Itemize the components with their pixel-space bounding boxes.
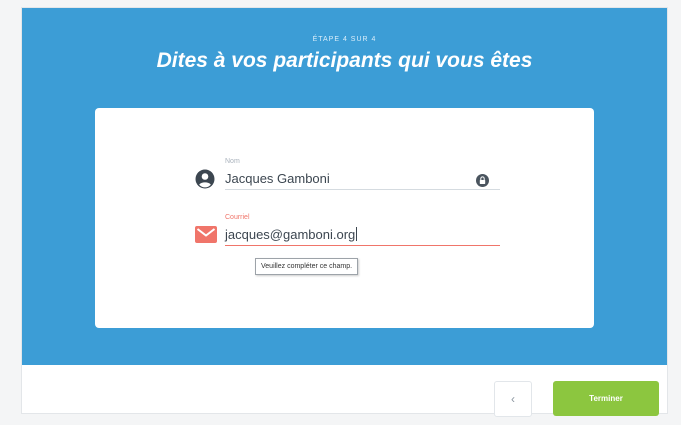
finish-button[interactable]: Terminer	[553, 381, 659, 416]
step-indicator: ÉTAPE 4 SUR 4	[312, 36, 377, 43]
user-icon	[195, 169, 215, 189]
email-value: jacques@gamboni.org	[225, 227, 356, 242]
name-underline	[225, 189, 500, 190]
lock-icon	[476, 174, 489, 187]
page-title: Dites à vos participants qui vous êtes	[156, 49, 533, 72]
hero-banner: ÉTAPE 4 SUR 4 Dites à vos participants q…	[22, 8, 667, 365]
wizard-footer: ‹ Terminer	[22, 365, 667, 417]
wizard-card: ÉTAPE 4 SUR 4 Dites à vos participants q…	[22, 8, 667, 417]
email-field[interactable]: Courriel jacques@gamboni.org	[195, 214, 500, 250]
mail-icon	[195, 226, 217, 243]
name-label: Nom	[225, 158, 240, 165]
back-button[interactable]: ‹	[494, 381, 532, 417]
form-panel: Nom Jacques Gamboni Courriel jacques@gam…	[95, 108, 594, 328]
name-field[interactable]: Nom Jacques Gamboni	[195, 158, 500, 194]
email-input[interactable]: jacques@gamboni.org	[225, 227, 358, 242]
validation-tooltip: Veuillez compléter ce champ.	[255, 258, 359, 275]
email-underline	[225, 245, 500, 246]
text-caret	[356, 227, 358, 241]
name-input[interactable]: Jacques Gamboni	[225, 171, 330, 186]
email-label: Courriel	[225, 214, 250, 221]
